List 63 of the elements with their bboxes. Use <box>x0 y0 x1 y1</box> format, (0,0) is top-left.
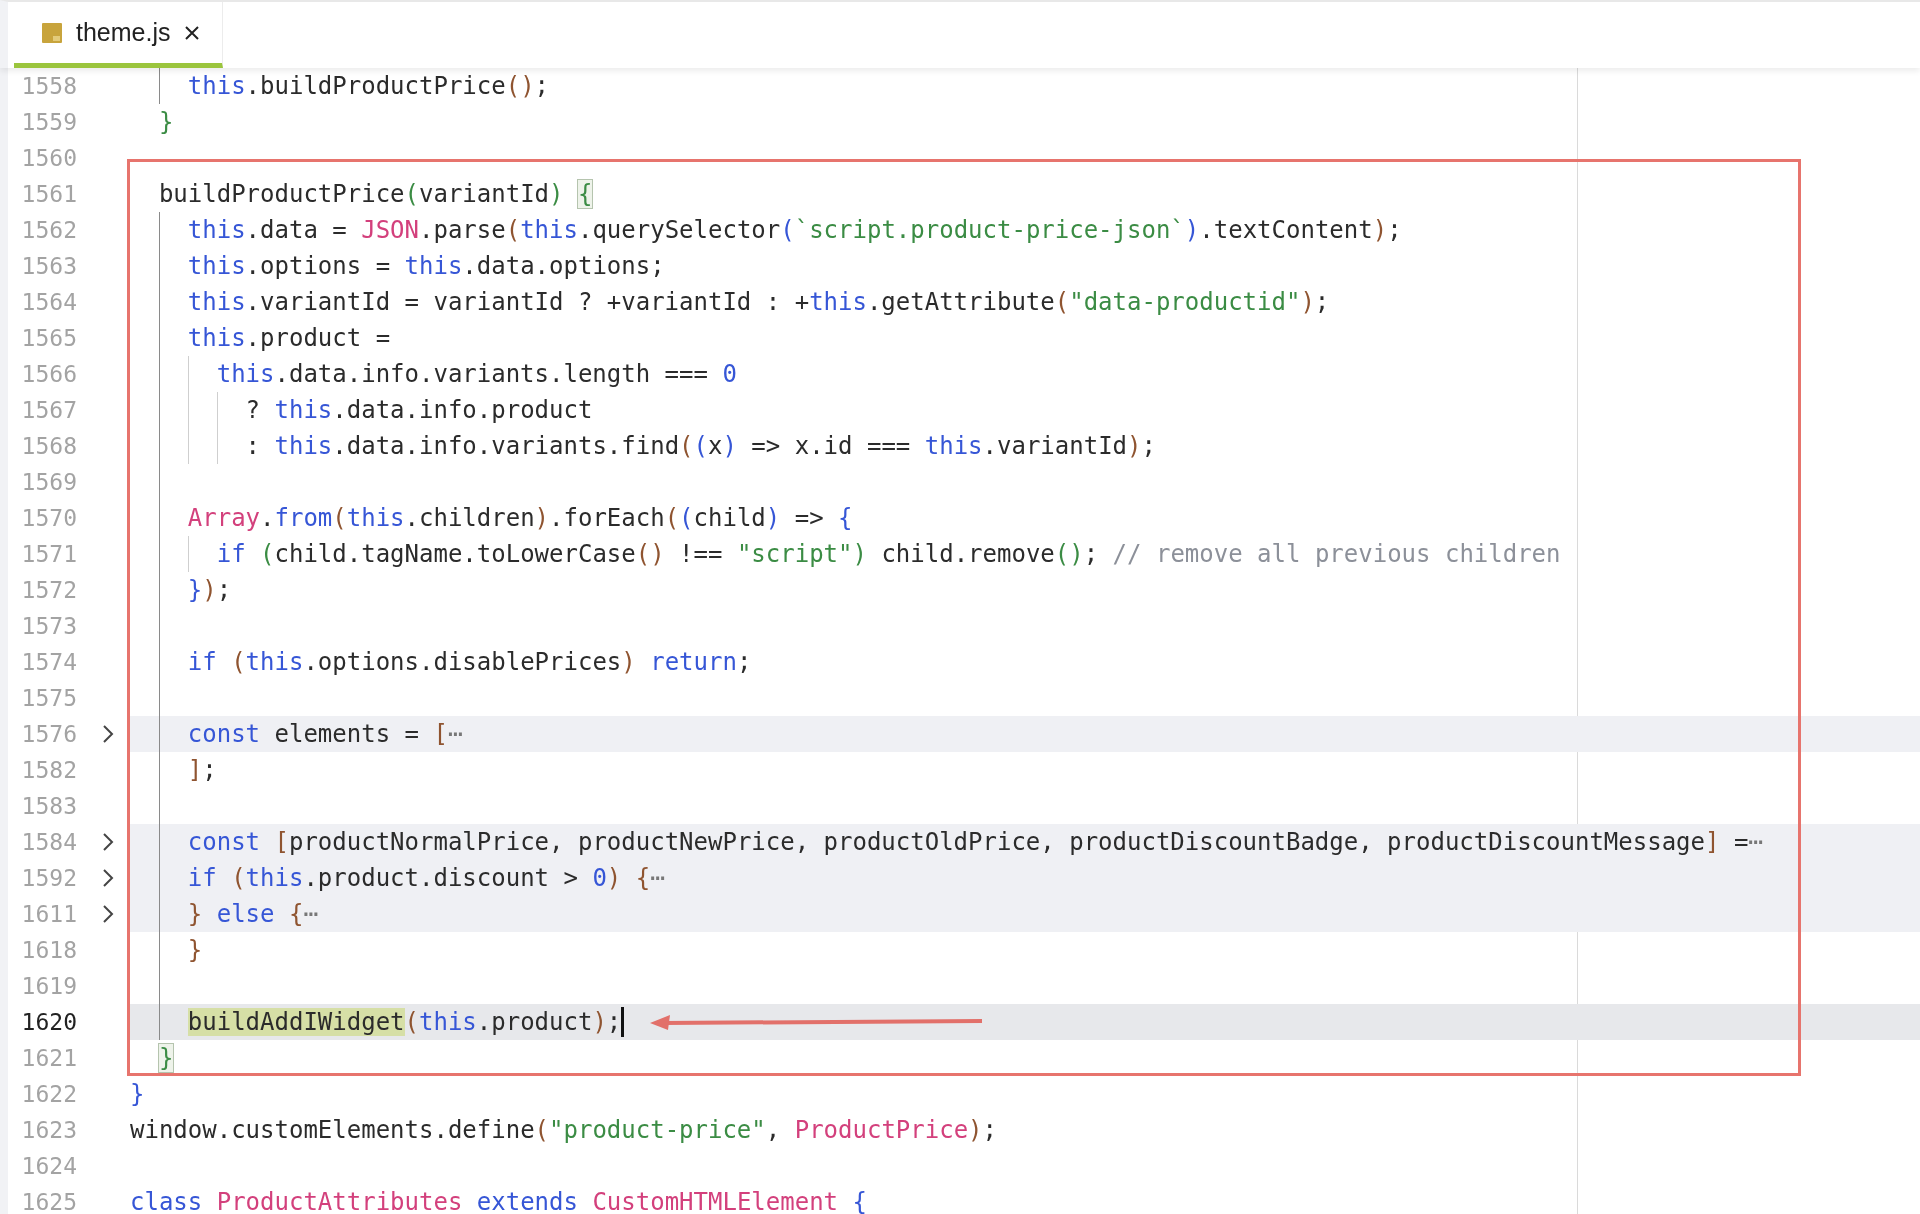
line-number: 1592 <box>20 865 77 891</box>
line-number: 1621 <box>20 1045 77 1071</box>
text-cursor <box>621 1007 625 1037</box>
line-number: 1569 <box>20 469 77 495</box>
chevron-right-icon[interactable] <box>102 868 114 888</box>
code-line: window.customElements.define("product-price", ProductPrice); <box>130 1116 997 1144</box>
line-number: 1624 <box>20 1153 77 1179</box>
line-number: 1575 <box>20 685 77 711</box>
code-line: if (child.tagName.toLowerCase() !== "script") child.remove(); // remove all previous children <box>216 540 1561 568</box>
line-number: 1559 <box>20 109 77 135</box>
line-number: 1558 <box>20 73 77 99</box>
line-number: 1582 <box>20 757 77 783</box>
line-number: 1574 <box>20 649 77 675</box>
line-number: 1620 <box>20 1009 77 1035</box>
line-number: 1570 <box>20 505 77 531</box>
code-line: const [productNormalPrice, productNewPrice, productOldPrice, productDiscountBadge, productDiscountMessage] =⋯ <box>187 828 1763 856</box>
line-number: 1584 <box>20 829 77 855</box>
code-line: } else {⋯ <box>187 900 318 928</box>
line-number: 1561 <box>20 181 77 207</box>
code-line: if (this.options.disablePrices) return; <box>187 648 752 676</box>
code-line: : this.data.info.variants.find((x) => x.id === this.variantId); <box>245 432 1156 460</box>
code-line: ? this.data.info.product <box>245 396 593 424</box>
code-line: Array.from(this.children).forEach((child) => { <box>187 504 853 532</box>
line-number: 1562 <box>20 217 77 243</box>
code-line: this.data = JSON.parse(this.querySelector(`script.product-price-json`).textContent); <box>187 216 1402 244</box>
line-number: 1625 <box>20 1189 77 1214</box>
line-number: 1619 <box>20 973 77 999</box>
line-number: 1571 <box>20 541 77 567</box>
code-line: const elements = [⋯ <box>187 720 463 748</box>
line-number: 1568 <box>20 433 77 459</box>
code-line: ]; <box>187 756 217 784</box>
editor-tab[interactable]: theme.js <box>14 2 224 68</box>
line-number: 1618 <box>20 937 77 963</box>
chevron-right-icon[interactable] <box>102 832 114 852</box>
line-number: 1623 <box>20 1117 77 1143</box>
line-number: 1565 <box>20 325 77 351</box>
chevron-right-icon[interactable] <box>102 904 114 924</box>
line-number: 1611 <box>20 901 77 927</box>
line-number: 1572 <box>20 577 77 603</box>
line-number: 1576 <box>20 721 77 747</box>
code-line: this.data.info.variants.length === 0 <box>216 360 737 388</box>
code-line: this.options = this.data.options; <box>187 252 665 280</box>
code-line: class ProductAttributes extends CustomHTMLElement { <box>130 1188 867 1214</box>
line-number: 1560 <box>20 145 77 171</box>
code-line: if (this.product.discount > 0) {⋯ <box>187 864 665 892</box>
code-line: this.buildProductPrice(); <box>187 72 550 100</box>
line-number: 1563 <box>20 253 77 279</box>
line-number: 1573 <box>20 613 77 639</box>
code-line: } <box>187 936 203 964</box>
code-line: this.product = <box>187 324 391 352</box>
line-number: 1622 <box>20 1081 77 1107</box>
close-icon[interactable] <box>184 24 201 41</box>
line-number: 1567 <box>20 397 77 423</box>
file-icon <box>42 22 62 43</box>
code-line: } <box>158 108 174 136</box>
code-line: buildProductPrice(variantId) { <box>158 180 593 208</box>
line-number: 1583 <box>20 793 77 819</box>
code-line: this.variantId = variantId ? +variantId : +this.getAttribute("data-productid"); <box>187 288 1330 316</box>
line-number: 1566 <box>20 361 77 387</box>
chevron-right-icon[interactable] <box>102 724 114 744</box>
line-number: 1564 <box>20 289 77 315</box>
code-line: } <box>130 1080 145 1108</box>
code-line: }); <box>187 576 232 604</box>
